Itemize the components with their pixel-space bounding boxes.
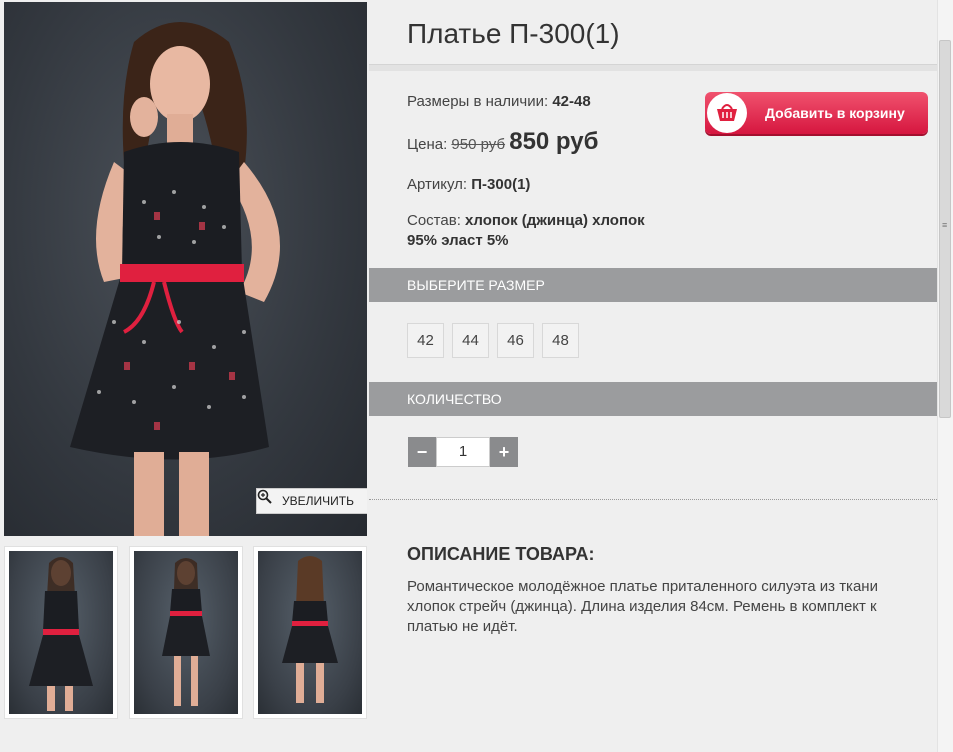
size-section-header: ВЫБЕРИТЕ РАЗМЕР: [369, 268, 937, 302]
thumbnail-3[interactable]: [253, 546, 367, 719]
size-option-46[interactable]: 46: [497, 323, 534, 358]
size-options: 42 44 46 48: [407, 323, 579, 358]
description-text: Романтическое молодёжное платье притален…: [407, 578, 878, 635]
thumbnail-2[interactable]: [129, 546, 243, 719]
zoom-in-icon: [257, 489, 278, 509]
scrollbar-grip-icon: ≡: [942, 220, 948, 230]
product-main-image[interactable]: УВЕЛИЧИТЬ: [4, 2, 367, 536]
sizes-available: Размеры в наличии: 42-48: [407, 93, 591, 110]
size-option-44[interactable]: 44: [452, 323, 489, 358]
basket-icon: [707, 93, 747, 133]
price-label: Цена:: [407, 136, 448, 153]
add-to-cart-label: Добавить в корзину: [765, 105, 905, 121]
description-title: ОПИСАНИЕ ТОВАРА:: [407, 544, 595, 564]
quantity-increase-button[interactable]: +: [490, 437, 518, 467]
thumbnail-image: [9, 551, 113, 714]
composition-value-1: хлопок (джинца) хлопок: [465, 212, 645, 229]
composition-row: Состав: хлопок (джинца) хлопок 95% эласт…: [407, 211, 645, 251]
price-row: Цена: 950 руб 850 руб: [407, 128, 598, 156]
thumbnail-strip: [4, 546, 369, 722]
size-option-48[interactable]: 48: [542, 323, 579, 358]
product-title: Платье П-300(1): [407, 18, 620, 49]
thumbnail-image: [258, 551, 362, 714]
quantity-input[interactable]: 1: [436, 437, 490, 467]
new-price: 850 руб: [509, 128, 599, 155]
section-divider: [369, 499, 937, 500]
article-value: П-300(1): [471, 176, 531, 193]
thumbnail-1[interactable]: [4, 546, 118, 719]
zoom-label: УВЕЛИЧИТЬ: [282, 494, 354, 508]
composition-value-2: 95% эласт 5%: [407, 232, 509, 249]
composition-label: Состав:: [407, 212, 461, 229]
sizes-label: Размеры в наличии:: [407, 93, 549, 110]
model-photo-illustration: [70, 22, 280, 536]
article-label: Артикул:: [407, 176, 468, 193]
quantity-section-header: КОЛИЧЕСТВО: [369, 382, 937, 416]
sizes-value: 42-48: [552, 93, 591, 110]
zoom-button[interactable]: УВЕЛИЧИТЬ: [256, 488, 367, 514]
old-price: 950 руб: [451, 136, 506, 153]
thumbnail-image: [134, 551, 238, 714]
quantity-stepper: − 1 +: [408, 437, 518, 467]
title-divider: [369, 64, 937, 71]
size-option-42[interactable]: 42: [407, 323, 444, 358]
article-row: Артикул: П-300(1): [407, 176, 530, 193]
quantity-decrease-button[interactable]: −: [408, 437, 436, 467]
add-to-cart-button[interactable]: Добавить в корзину: [705, 92, 928, 134]
